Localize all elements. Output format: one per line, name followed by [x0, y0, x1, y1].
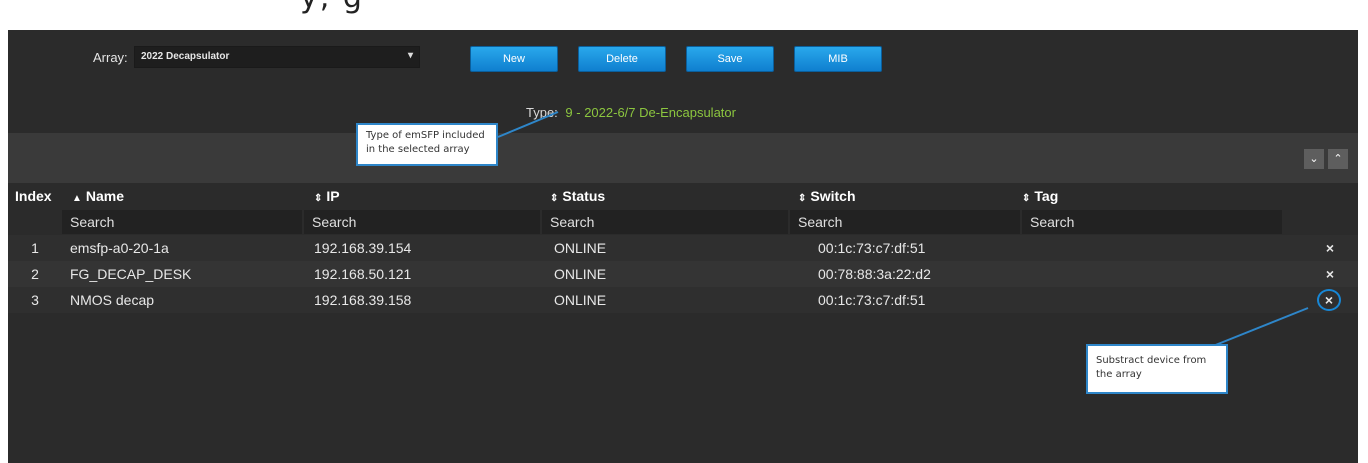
callout-line-type — [497, 111, 559, 138]
callout-connectors — [497, 111, 1309, 353]
callout-delete-line-1: Substract device from — [1096, 355, 1207, 366]
array-manager-panel: Array: 2022 Decapsulator ▾ New Delete Sa… — [8, 30, 1358, 463]
page-top-strip: y, g — [0, 0, 1368, 30]
callout-delete-note: Substract device from the array — [1086, 344, 1228, 394]
callout-delete-line-2: the array — [1096, 369, 1142, 380]
callout-type-line-2: in the selected array — [366, 144, 470, 155]
callout-type-line-1: Type of emSFP included — [366, 130, 485, 141]
cropped-heading-text: y, g — [300, 0, 364, 15]
callout-type-note: Type of emSFP included in the selected a… — [356, 123, 498, 166]
